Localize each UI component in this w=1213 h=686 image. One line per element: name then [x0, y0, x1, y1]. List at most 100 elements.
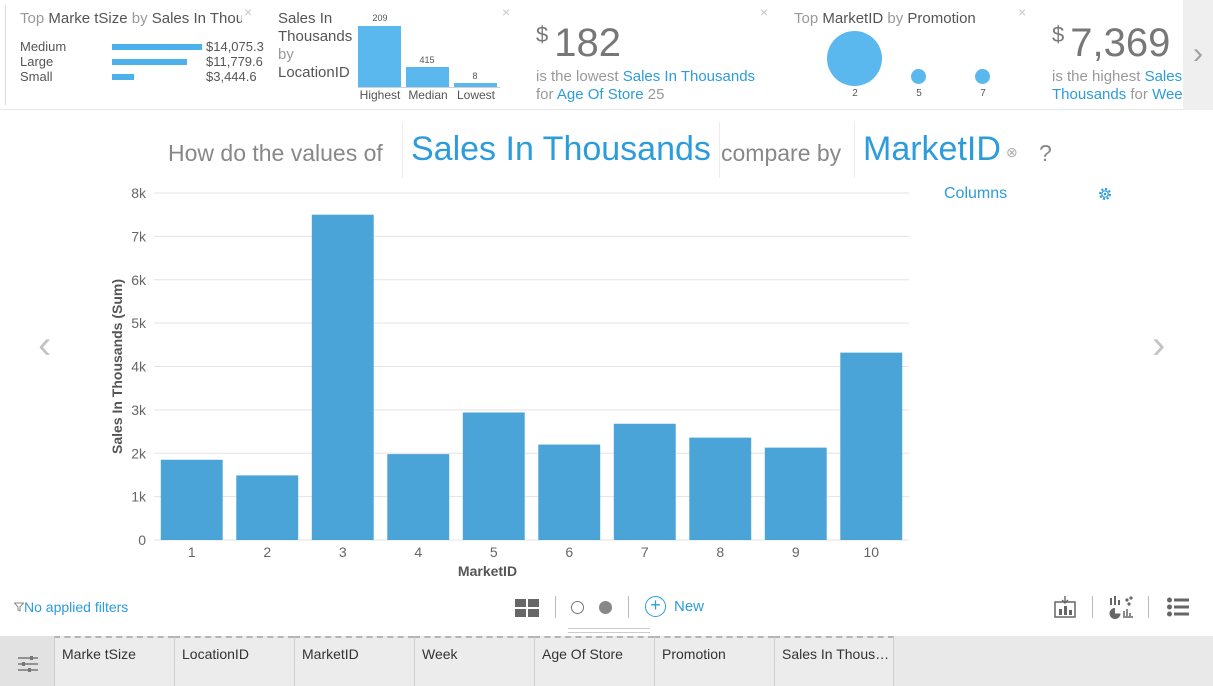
card-top-market-promotion[interactable]: Top MarketID by Promotion × 2 5 7	[794, 0, 1034, 110]
bar	[840, 352, 903, 540]
x-tick-label: 5	[490, 544, 498, 560]
y-tick-label: 5k	[131, 315, 147, 331]
bar	[462, 412, 525, 540]
card-close-icon[interactable]: ×	[1018, 4, 1026, 20]
toolbar-divider	[555, 596, 556, 618]
card-row: Large $11,779.6	[20, 54, 263, 69]
bubble-label: 2	[852, 88, 858, 99]
bar-category-label: Lowest	[456, 88, 496, 102]
card-top-marketsize[interactable]: Top Marke tSize by Sales In Thousands × …	[12, 0, 264, 110]
column-header-locationid[interactable]: LocationID	[174, 636, 294, 686]
y-tick-label: 8k	[131, 185, 147, 201]
cards-left-edge	[5, 5, 6, 105]
bar	[236, 475, 299, 540]
chart-type-selector[interactable]: Columns	[944, 185, 1007, 203]
card-sales-by-location[interactable]: Sales In Thousands by LocationID × 209 415…	[278, 0, 518, 110]
dimension-selector[interactable]: MarketID	[854, 122, 1009, 178]
clear-dimension-icon[interactable]: ⊗	[1006, 144, 1018, 161]
app-root: Top Marke tSize by Sales In Thousands × …	[0, 0, 1213, 686]
column-header-marketid[interactable]: MarketID	[294, 636, 414, 686]
card-caption: is the lowest Sales In Thousands for Age …	[536, 68, 756, 103]
bar-value-label: 8	[472, 71, 478, 81]
data-table-header: Marke tSize LocationID MarketID Week Age…	[0, 636, 1213, 686]
plus-icon: +	[645, 596, 666, 617]
card-title: Top MarketID by Promotion	[794, 10, 976, 27]
bar-category-label: Highest	[359, 88, 401, 102]
card-caption: is the highest Sales InThousands for Wee…	[1052, 68, 1183, 103]
insight-cards: Top Marke tSize by Sales In Thousands × …	[0, 0, 1213, 110]
bubble	[911, 69, 926, 84]
prev-chart-chevron-icon[interactable]: ‹	[38, 325, 51, 365]
page-dot-empty-icon[interactable]	[571, 601, 584, 614]
card-title: Sales In Thousands by LocationID	[278, 10, 352, 81]
panel-drag-handle[interactable]	[568, 628, 650, 633]
bar-category-label: Median	[408, 88, 448, 102]
toolbar-divider	[1148, 596, 1149, 618]
card-lowest-sales[interactable]: × $182 is the lowest Sales In Thousands f…	[536, 0, 776, 110]
card-big-value: $182	[536, 21, 621, 65]
x-tick-label: 4	[414, 544, 422, 560]
layout-grid-icon[interactable]	[515, 599, 539, 617]
question-bar: How do the values of Sales In Thousands …	[168, 122, 1068, 178]
y-tick-label: 6k	[131, 272, 147, 288]
card-big-value: $7,369	[1052, 21, 1171, 65]
x-tick-label: 9	[792, 544, 800, 560]
x-tick-label: 10	[863, 544, 879, 560]
y-tick-label: 1k	[131, 489, 147, 505]
question-mark: ?	[1039, 140, 1052, 166]
card-bar-highest	[358, 26, 401, 87]
column-header-promotion[interactable]: Promotion	[654, 636, 774, 686]
bubble-label: 7	[980, 88, 986, 99]
bubble-label: 5	[916, 88, 922, 99]
column-header-age-of-store[interactable]: Age Of Store	[534, 636, 654, 686]
card-highest-sales[interactable]: $7,369 is the highest Sales InThousands …	[1052, 0, 1183, 110]
bar	[613, 423, 676, 540]
y-tick-label: 2k	[131, 445, 147, 461]
export-chart-icon[interactable]	[1053, 595, 1077, 619]
y-tick-label: 7k	[131, 228, 147, 244]
table-settings-button[interactable]	[0, 636, 54, 686]
column-header-sales[interactable]: Sales In Thous…	[774, 636, 894, 686]
gear-icon[interactable]	[1097, 186, 1113, 202]
filters-status[interactable]: No applied filters	[13, 599, 128, 615]
measure-selector[interactable]: Sales In Thousands	[402, 122, 720, 178]
y-tick-label: 3k	[131, 402, 147, 418]
card-close-icon[interactable]: ×	[760, 4, 768, 20]
card-row-bar	[112, 44, 202, 50]
chart-svg: 0 1k 2k 3k 4k 5k 6k 7k 8k 1 2 3 4 5 6 7 8 9 10 MarketID Sale…	[109, 185, 909, 579]
question-text: How do the values of	[168, 140, 383, 166]
card-row: Small $3,444.6	[20, 69, 257, 84]
bar-value-label: 209	[372, 13, 388, 23]
page-dot-filled-icon[interactable]	[599, 601, 612, 614]
new-chart-button[interactable]: + New	[645, 596, 704, 618]
next-chart-chevron-icon[interactable]: ›	[1152, 325, 1165, 365]
bar	[764, 447, 827, 540]
toolbar-divider	[1092, 596, 1093, 618]
column-chart: 0 1k 2k 3k 4k 5k 6k 7k 8k 1 2 3 4 5 6 7 8 9 10 MarketID Sale…	[100, 180, 920, 580]
x-tick-label: 7	[641, 544, 649, 560]
bar	[311, 214, 374, 540]
card-row: Medium $14,075.3	[20, 39, 264, 54]
x-tick-label: 6	[565, 544, 573, 560]
card-close-icon[interactable]: ×	[244, 4, 252, 20]
cards-next-chevron-icon[interactable]: ›	[1183, 0, 1213, 110]
column-header-marketsize[interactable]: Marke tSize	[54, 636, 174, 686]
bar-value-label: 415	[419, 55, 435, 65]
x-tick-label: 8	[716, 544, 724, 560]
x-axis-title: MarketID	[458, 563, 517, 579]
column-header-week[interactable]: Week	[414, 636, 534, 686]
x-tick-label: 1	[188, 544, 196, 560]
question-text: compare by	[721, 140, 842, 166]
chart-gallery-icon[interactable]	[1108, 595, 1134, 619]
bar	[689, 437, 752, 540]
sliders-icon	[18, 656, 38, 672]
bar	[538, 444, 601, 540]
bar	[387, 454, 450, 540]
card-close-icon[interactable]: ×	[502, 4, 510, 20]
x-tick-label: 2	[263, 544, 271, 560]
y-tick-label: 4k	[131, 359, 147, 375]
card-row-bar	[112, 59, 188, 65]
list-view-icon[interactable]	[1166, 595, 1190, 619]
bar	[160, 459, 223, 540]
toolbar-divider	[628, 596, 629, 618]
